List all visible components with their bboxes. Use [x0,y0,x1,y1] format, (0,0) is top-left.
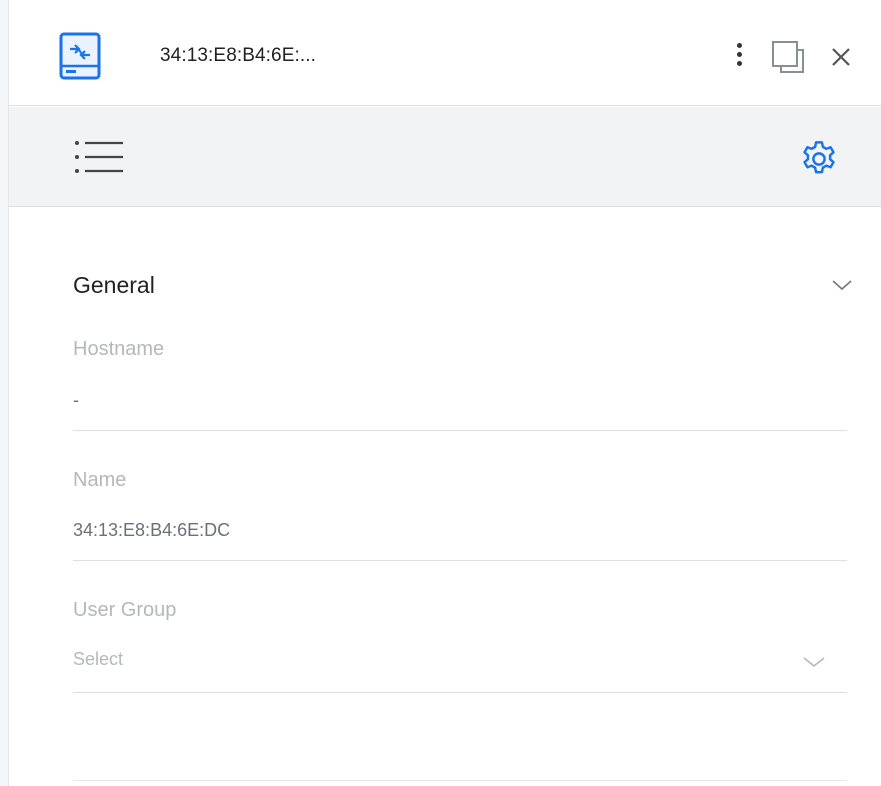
panel-toolbar [9,107,881,207]
hostname-field: Hostname - [73,338,847,432]
chevron-down-icon[interactable] [831,278,853,292]
section-title: General [73,272,155,298]
name-field[interactable]: Name 34:13:E8:B4:6E:DC [73,469,847,563]
close-icon[interactable] [824,40,858,74]
restore-window-icon[interactable] [769,38,807,74]
general-section-header[interactable]: General [73,270,853,302]
name-label: Name [73,469,127,491]
window-edge [0,0,9,786]
network-device-icon [59,32,101,80]
hostname-label: Hostname [73,338,165,360]
name-divider [73,560,847,561]
device-title: 34:13:E8:B4:6E:... [160,45,317,66]
chevron-down-icon[interactable] [802,655,826,669]
bottom-divider [73,780,847,781]
user-group-divider [73,692,847,693]
gear-icon[interactable] [798,138,840,180]
hostname-divider [73,430,847,431]
panel-header: 34:13:E8:B4:6E:... [9,0,881,106]
kebab-menu-icon[interactable] [729,40,749,70]
list-view-icon[interactable] [72,137,126,177]
user-group-label: User Group [73,599,177,621]
name-value[interactable]: 34:13:E8:B4:6E:DC [73,520,230,541]
device-detail-panel: 34:13:E8:B4:6E:... General Hostname - Na… [9,0,881,786]
user-group-select[interactable]: User Group Select [73,599,847,695]
hostname-value: - [73,390,79,410]
user-group-placeholder[interactable]: Select [73,649,123,670]
